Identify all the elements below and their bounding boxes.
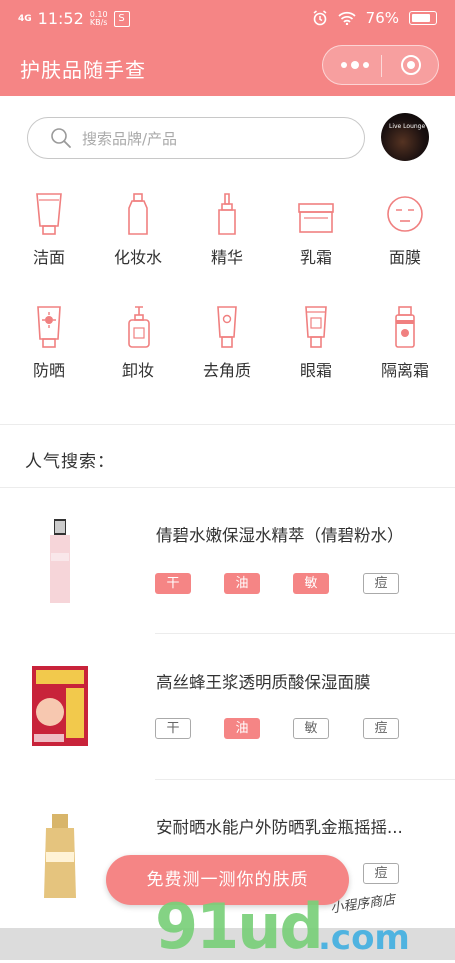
cleanser-tube-icon xyxy=(36,193,62,235)
alarm-icon xyxy=(313,10,327,26)
category-primer[interactable]: 隔离霜 xyxy=(365,305,445,381)
search-input[interactable] xyxy=(80,126,354,152)
category-label: 隔离霜 xyxy=(380,361,429,380)
product-item-clinique[interactable]: 倩碧水嫩保湿水精萃（倩碧粉水） 干 油 敏 痘 xyxy=(0,488,455,633)
face-mask-icon xyxy=(387,196,423,232)
net-speed: 0.10 KB/s xyxy=(89,9,108,27)
skin-tag-dry: 干 xyxy=(155,573,191,594)
section-divider xyxy=(0,424,455,425)
category-makeup-remover[interactable]: 卸妆 xyxy=(98,305,178,381)
category-label: 化妆水 xyxy=(113,248,162,267)
close-miniprogram-icon[interactable] xyxy=(401,55,421,75)
product-image xyxy=(32,666,88,746)
wifi-icon xyxy=(338,11,356,25)
page-title: 护肤品随手查 xyxy=(20,58,146,82)
signal-indicator: 4G xyxy=(18,13,32,24)
toner-bottle-icon xyxy=(128,193,148,235)
skin-tag-sensitive: 敏 xyxy=(293,573,329,594)
category-eye-cream[interactable]: 眼霜 xyxy=(276,305,356,381)
miniprogram-capsule xyxy=(322,45,439,85)
battery-icon xyxy=(409,11,437,25)
skin-tag-oily: 油 xyxy=(224,718,260,739)
category-sunscreen[interactable]: 防晒 xyxy=(9,305,89,381)
avatar-caption: Live Lounge xyxy=(389,123,426,130)
more-icon[interactable] xyxy=(341,61,369,69)
category-cream[interactable]: 乳霜 xyxy=(276,192,356,268)
sunscreen-tube-icon xyxy=(37,306,61,348)
capsule-divider xyxy=(381,55,382,77)
skin-tag-sensitive: 敏 xyxy=(293,718,329,739)
popular-search-title: 人气搜索： xyxy=(25,452,115,472)
category-label: 眼霜 xyxy=(299,361,332,380)
watermark-suffix: .com xyxy=(318,918,410,958)
serum-dropper-icon xyxy=(218,193,236,235)
category-label: 洁面 xyxy=(32,248,65,267)
product-name: 高丝蜂王浆透明质酸保湿面膜 xyxy=(156,673,371,692)
status-bar: 4G 11:52 0.10 KB/s S 76% xyxy=(0,0,455,36)
category-label: 精华 xyxy=(210,248,243,267)
watermark-brand: 91ud xyxy=(155,890,324,963)
avatar[interactable]: Live Lounge xyxy=(381,113,429,161)
category-label: 去角质 xyxy=(202,361,251,380)
skin-tag-oily: 油 xyxy=(224,573,260,594)
search-icon xyxy=(51,128,71,148)
status-time: 11:52 xyxy=(37,9,84,28)
skin-tag-acne: 痘 xyxy=(363,573,399,594)
product-item-kose[interactable]: 高丝蜂王浆透明质酸保湿面膜 干 油 敏 痘 xyxy=(0,634,455,779)
category-exfoliator[interactable]: 去角质 xyxy=(187,305,267,381)
notification-badge-icon: S xyxy=(113,10,130,27)
category-label: 乳霜 xyxy=(299,248,332,267)
primer-bottle-icon xyxy=(395,306,415,348)
category-mask[interactable]: 面膜 xyxy=(365,192,445,268)
skin-tag-dry: 干 xyxy=(155,718,191,739)
cream-jar-icon xyxy=(298,203,334,233)
makeup-remover-pump-icon xyxy=(128,306,150,348)
category-label: 防晒 xyxy=(32,361,65,380)
search-box[interactable] xyxy=(27,117,365,159)
category-cleanser[interactable]: 洁面 xyxy=(9,192,89,268)
category-label: 卸妆 xyxy=(121,361,154,380)
battery-percent: 76% xyxy=(365,9,399,27)
category-toner[interactable]: 化妆水 xyxy=(98,192,178,268)
product-image xyxy=(44,814,76,898)
eye-cream-tube-icon xyxy=(305,306,327,348)
category-label: 面膜 xyxy=(388,248,421,267)
skin-tag-acne: 痘 xyxy=(363,863,399,884)
app-header: 4G 11:52 0.10 KB/s S 76% 护肤品随手查 xyxy=(0,0,455,96)
exfoliator-tube-icon xyxy=(217,306,237,348)
skin-tag-acne: 痘 xyxy=(363,718,399,739)
category-serum[interactable]: 精华 xyxy=(187,192,267,268)
product-name: 安耐晒水能户外防晒乳金瓶摇摇... xyxy=(156,818,403,837)
product-image xyxy=(50,519,70,603)
product-name: 倩碧水嫩保湿水精萃（倩碧粉水） xyxy=(156,526,404,545)
